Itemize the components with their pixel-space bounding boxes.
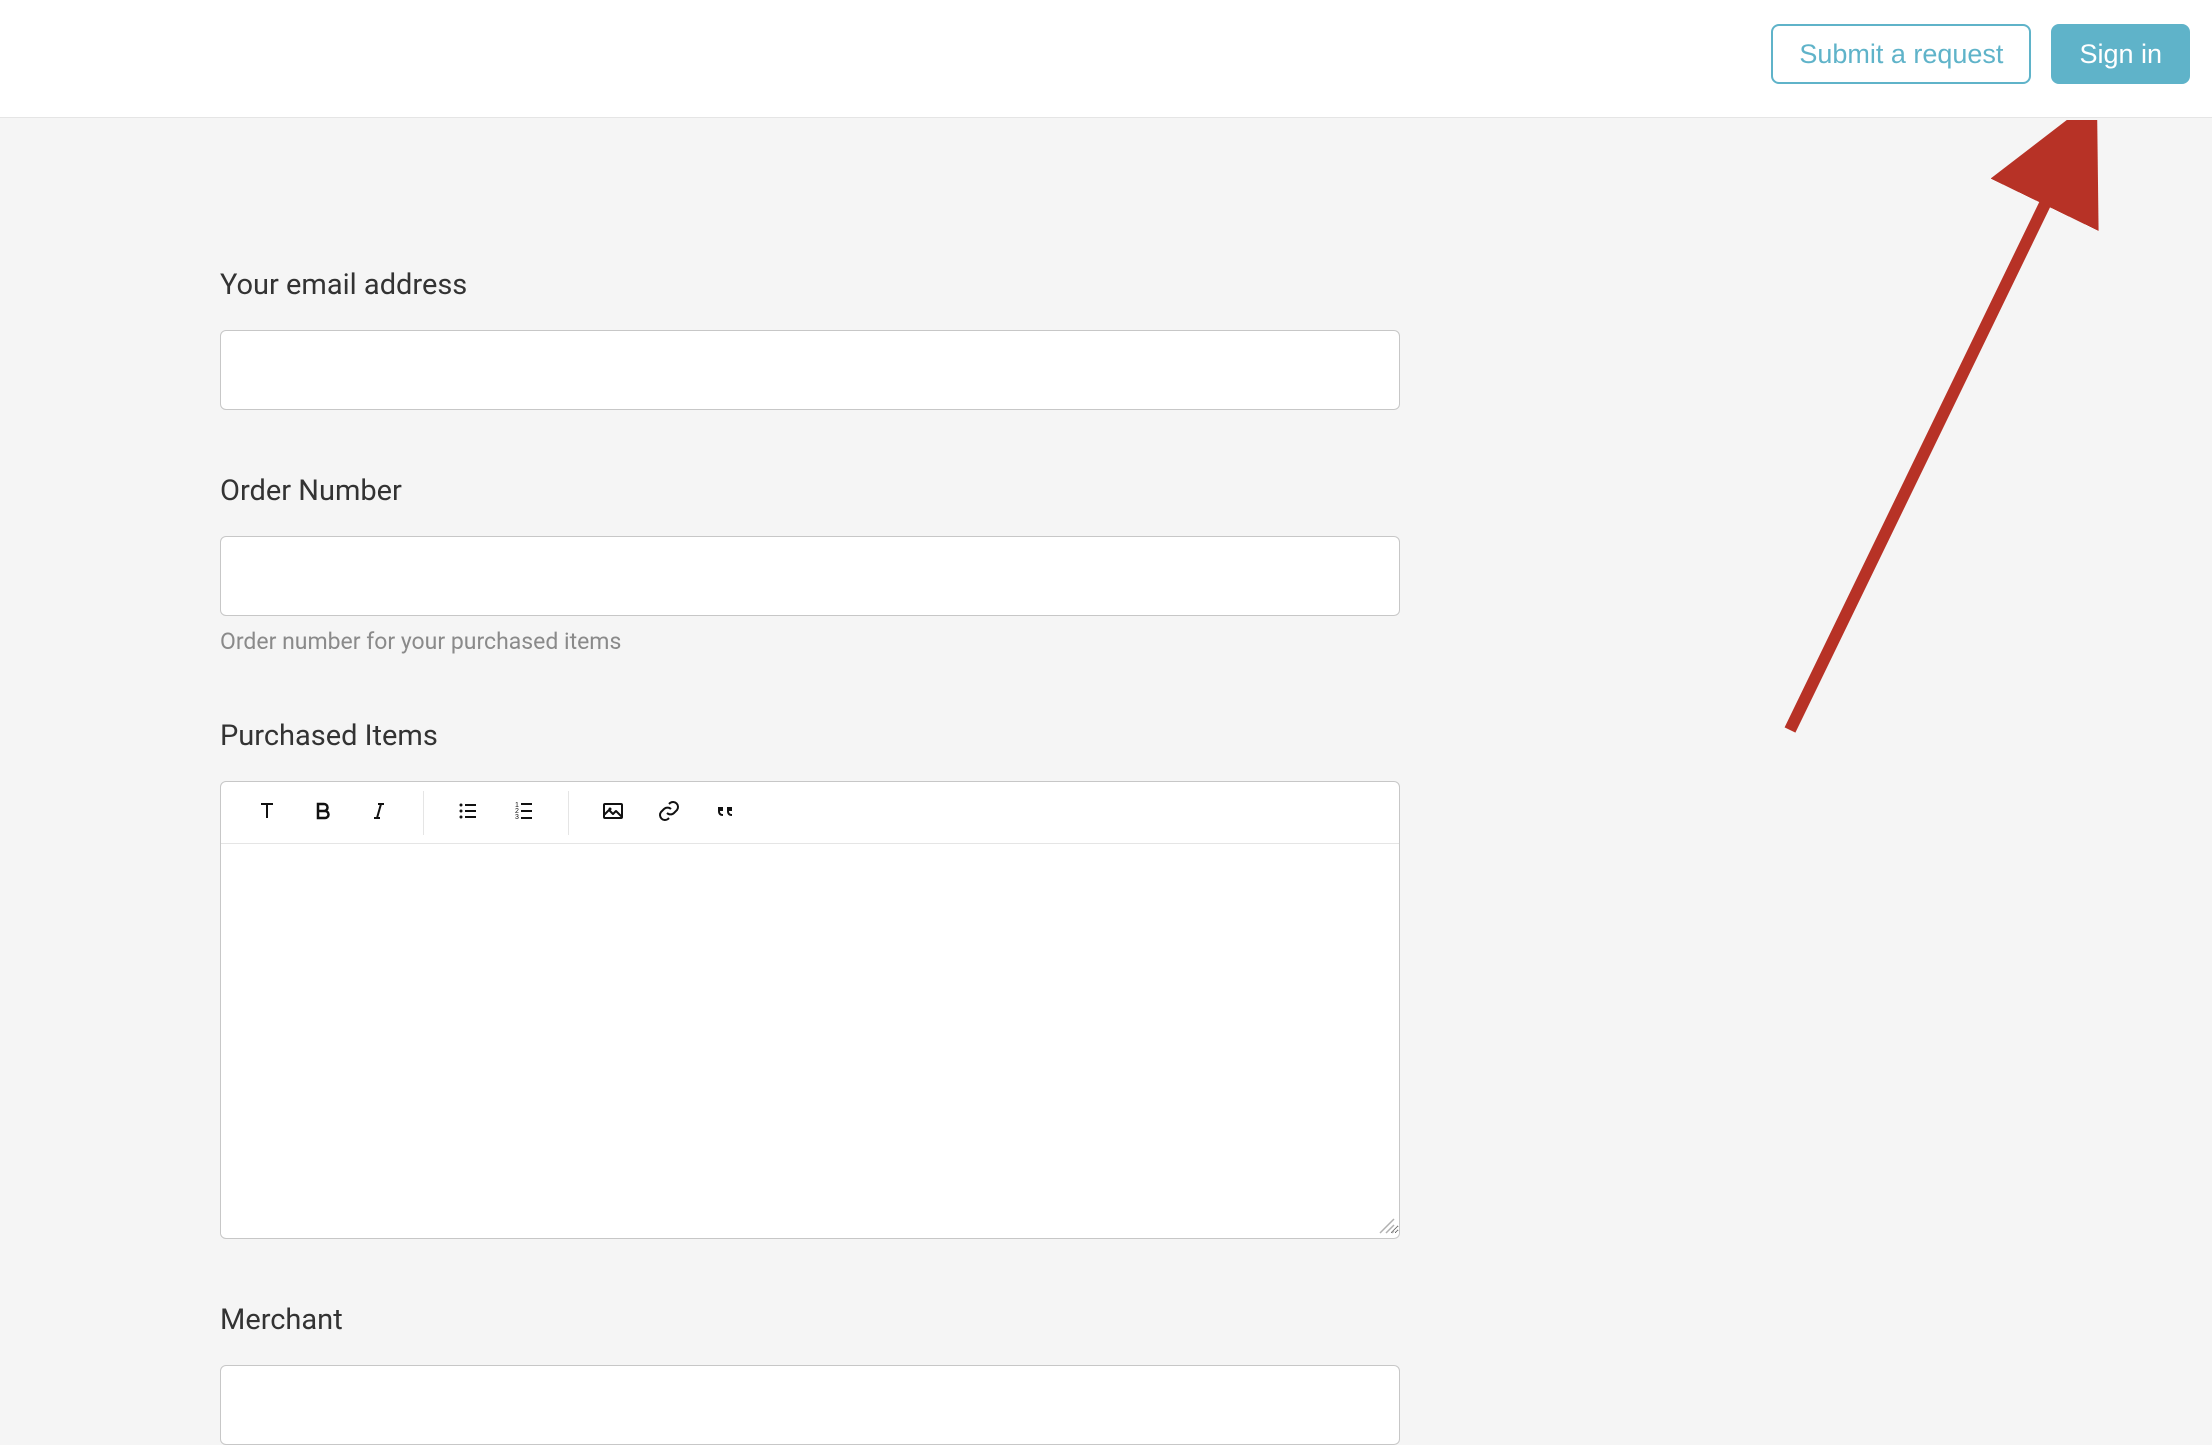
purchased-items-label: Purchased Items — [220, 719, 1400, 753]
email-group: Your email address — [220, 268, 1400, 410]
svg-text:3: 3 — [515, 814, 519, 821]
italic-icon — [367, 799, 391, 826]
image-icon — [601, 799, 625, 826]
quote-icon — [713, 799, 737, 826]
purchased-items-group: Purchased Items — [220, 719, 1400, 1239]
paragraph-style-icon — [255, 799, 279, 826]
merchant-label: Merchant — [220, 1303, 1400, 1337]
bullet-list-icon — [456, 799, 480, 826]
numbered-list-button[interactable]: 1 2 3 — [500, 791, 548, 835]
toolbar-group-insert — [585, 782, 753, 843]
merchant-field[interactable] — [220, 1365, 1400, 1445]
resize-handle-icon[interactable] — [1378, 1217, 1396, 1235]
paragraph-style-button[interactable] — [243, 791, 291, 835]
order-number-label: Order Number — [220, 474, 1400, 508]
toolbar-divider — [423, 791, 424, 835]
bold-icon — [311, 799, 335, 826]
link-button[interactable] — [645, 791, 693, 835]
order-number-group: Order Number Order number for your purch… — [220, 474, 1400, 655]
order-number-hint: Order number for your purchased items — [220, 628, 1400, 655]
merchant-group: Merchant — [220, 1303, 1400, 1445]
image-button[interactable] — [589, 791, 637, 835]
email-label: Your email address — [220, 268, 1400, 302]
toolbar-group-text — [239, 782, 407, 843]
sign-in-button[interactable]: Sign in — [2051, 24, 2190, 84]
toolbar-divider — [568, 791, 569, 835]
bold-button[interactable] — [299, 791, 347, 835]
rich-text-editor: 1 2 3 — [220, 781, 1400, 1239]
toolbar-group-lists: 1 2 3 — [440, 782, 552, 843]
purchased-items-field[interactable] — [221, 844, 1399, 1234]
submit-request-button[interactable]: Submit a request — [1771, 24, 2031, 84]
editor-toolbar: 1 2 3 — [221, 782, 1399, 844]
order-number-field[interactable] — [220, 536, 1400, 616]
italic-button[interactable] — [355, 791, 403, 835]
request-form: Your email address Order Number Order nu… — [0, 118, 2212, 1445]
numbered-list-icon: 1 2 3 — [512, 799, 536, 826]
quote-button[interactable] — [701, 791, 749, 835]
bullet-list-button[interactable] — [444, 791, 492, 835]
email-field[interactable] — [220, 330, 1400, 410]
link-icon — [657, 799, 681, 826]
page-header: Submit a request Sign in — [0, 0, 2212, 118]
